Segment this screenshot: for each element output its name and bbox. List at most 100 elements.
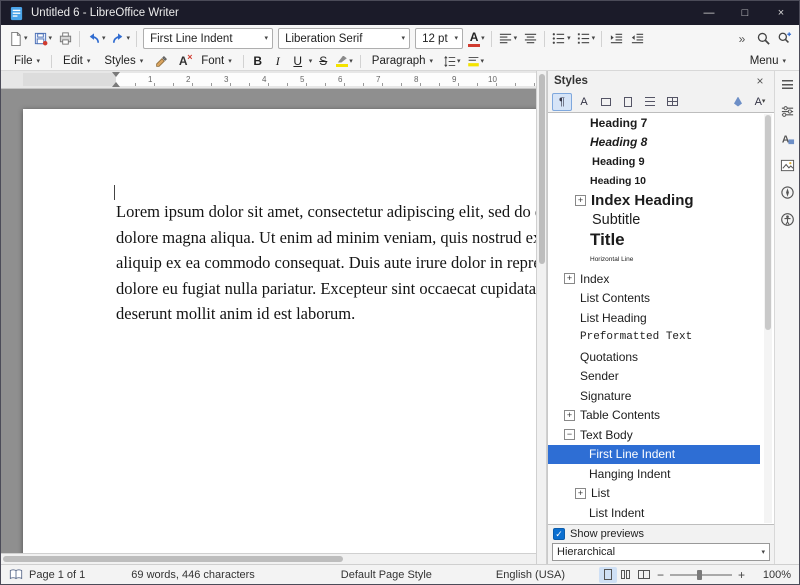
- page-style[interactable]: Default Page Style: [341, 569, 432, 581]
- zoom-out-button[interactable]: −: [653, 568, 668, 582]
- dropdown-arrow-icon[interactable]: ▾: [514, 35, 518, 42]
- zoom-level[interactable]: 100%: [757, 569, 791, 581]
- vertical-scrollbar-thumb[interactable]: [539, 74, 545, 264]
- style-item-preformatted-text[interactable]: Preformatted Text: [548, 328, 760, 348]
- vertical-scrollbar[interactable]: [536, 71, 547, 564]
- styles-list-scrollbar[interactable]: [764, 114, 772, 523]
- character-styles-tab[interactable]: A: [574, 93, 594, 111]
- style-item-subtitle[interactable]: Subtitle: [548, 211, 760, 231]
- line-spacing-button[interactable]: ▾: [441, 53, 463, 70]
- fill-format-mode-button[interactable]: [728, 93, 748, 111]
- table-styles-tab[interactable]: [662, 93, 682, 111]
- paragraph-styles-tab[interactable]: ¶: [552, 93, 572, 111]
- clear-formatting-button[interactable]: A×: [173, 53, 193, 70]
- document-page[interactable]: Lorem ipsum dolor sit amet, consectetur …: [23, 109, 536, 553]
- close-button[interactable]: ×: [763, 1, 799, 25]
- menu-button[interactable]: Menu ▾: [744, 53, 792, 70]
- dropdown-arrow-icon[interactable]: ▾: [102, 35, 106, 42]
- align-left-button[interactable]: ▾: [496, 28, 520, 50]
- dropdown-arrow-icon[interactable]: ▾: [127, 35, 131, 42]
- toolbar-overflow-button[interactable]: »: [732, 28, 752, 50]
- list-style-button[interactable]: ▾: [465, 53, 487, 70]
- zoom-in-button[interactable]: +: [734, 568, 749, 582]
- bullet-list-button[interactable]: ▾: [549, 28, 573, 50]
- page-count[interactable]: Page 1 of 1: [29, 569, 85, 581]
- left-indent-marker[interactable]: [112, 82, 120, 87]
- maximize-button[interactable]: □: [727, 1, 763, 25]
- new-document-button[interactable]: ▾: [6, 28, 30, 50]
- style-item-sender[interactable]: Sender: [548, 367, 760, 387]
- font-color-button[interactable]: A ▾: [466, 28, 487, 50]
- text-line[interactable]: Lorem ipsum dolor sit amet, consectetur …: [116, 199, 536, 225]
- expander-icon[interactable]: +: [564, 273, 575, 284]
- expander-icon[interactable]: +: [575, 488, 586, 499]
- styles-menu[interactable]: Styles ▾: [98, 53, 149, 70]
- gallery-deck-button[interactable]: [778, 156, 796, 174]
- style-item-hanging-indent[interactable]: Hanging Indent: [548, 464, 760, 484]
- horizontal-scrollbar-thumb[interactable]: [3, 556, 343, 562]
- accessibility-check-button[interactable]: [778, 210, 796, 228]
- dropdown-arrow-icon[interactable]: ▾: [762, 98, 766, 105]
- show-previews-checkbox[interactable]: ✓: [553, 528, 565, 540]
- file-menu[interactable]: File ▾: [8, 53, 46, 70]
- styles-deck-button[interactable]: A: [778, 129, 796, 147]
- styles-list-scrollbar-thumb[interactable]: [765, 115, 771, 330]
- dropdown-arrow-icon[interactable]: ▾: [481, 58, 485, 65]
- style-item-heading-9[interactable]: Heading 9: [548, 152, 760, 172]
- style-filter-dropdown[interactable]: Hierarchical ▾: [552, 543, 770, 561]
- text-line[interactable]: dolore eu fugiat nulla pariatur. Excepte…: [116, 276, 536, 302]
- style-item-list[interactable]: +List: [548, 484, 760, 504]
- text-line[interactable]: dolore magna aliqua. Ut enim ad minim ve…: [116, 225, 536, 251]
- text-line[interactable]: deserunt mollit anim id est laborum.: [116, 301, 536, 327]
- book-view-button[interactable]: [635, 567, 653, 583]
- bold-button[interactable]: B: [249, 53, 267, 70]
- style-item-first-line-indent[interactable]: First Line Indent: [548, 445, 760, 465]
- style-item-heading-10[interactable]: Heading 10: [548, 172, 760, 192]
- align-center-button[interactable]: [520, 28, 540, 50]
- style-item-title[interactable]: Title: [548, 230, 760, 250]
- style-item-marginalia[interactable]: Marginalia: [548, 523, 760, 526]
- undo-button[interactable]: ▾: [84, 28, 108, 50]
- document-canvas[interactable]: Lorem ipsum dolor sit amet, consectetur …: [1, 89, 536, 553]
- dropdown-arrow-icon[interactable]: ▾: [309, 58, 313, 65]
- font-size-combo[interactable]: 12 pt ▾: [415, 28, 463, 49]
- zoom-slider-thumb[interactable]: [697, 570, 702, 580]
- style-item-text-body[interactable]: −Text Body: [548, 425, 760, 445]
- print-button[interactable]: [55, 28, 75, 50]
- italic-button[interactable]: I: [269, 53, 287, 70]
- style-item-index-heading[interactable]: +Index Heading: [548, 191, 760, 211]
- page-styles-tab[interactable]: [618, 93, 638, 111]
- multi-page-view-button[interactable]: [617, 567, 635, 583]
- decrease-indent-button[interactable]: [627, 28, 647, 50]
- horizontal-ruler[interactable]: 1 2 3 4 5 6 7 8 9 10: [1, 71, 536, 89]
- numbered-list-button[interactable]: ▾: [574, 28, 598, 50]
- dropdown-arrow-icon[interactable]: ▾: [349, 58, 353, 65]
- paragraph-style-combo[interactable]: First Line Indent ▾: [143, 28, 273, 49]
- highlight-color-button[interactable]: ▾: [334, 53, 355, 70]
- first-line-indent-marker[interactable]: [112, 72, 120, 77]
- style-item-heading-7[interactable]: Heading 7: [548, 113, 760, 133]
- find-and-replace-button[interactable]: [774, 28, 794, 50]
- properties-deck-button[interactable]: [778, 102, 796, 120]
- text-line[interactable]: aliquip ex ea commodo consequat. Duis au…: [116, 250, 536, 276]
- single-page-view-button[interactable]: [599, 567, 617, 583]
- style-item-list-contents[interactable]: List Contents: [548, 289, 760, 309]
- expander-icon[interactable]: −: [564, 429, 575, 440]
- dropdown-arrow-icon[interactable]: ▾: [265, 35, 269, 42]
- find-button[interactable]: [753, 28, 773, 50]
- style-item-heading-8[interactable]: Heading 8: [548, 133, 760, 153]
- word-count[interactable]: 69 words, 446 characters: [131, 569, 255, 581]
- dropdown-arrow-icon[interactable]: ▾: [567, 35, 571, 42]
- close-panel-icon[interactable]: ×: [752, 73, 768, 89]
- paragraph-menu[interactable]: Paragraph ▾: [366, 53, 439, 70]
- new-style-from-selection-button[interactable]: A▾: [750, 93, 770, 111]
- dropdown-arrow-icon[interactable]: ▾: [481, 35, 485, 42]
- dropdown-arrow-icon[interactable]: ▾: [49, 35, 53, 42]
- expander-icon[interactable]: +: [575, 195, 586, 206]
- style-item-list-heading[interactable]: List Heading: [548, 308, 760, 328]
- underline-button[interactable]: U: [289, 53, 307, 70]
- dropdown-arrow-icon[interactable]: ▾: [455, 35, 459, 42]
- redo-button[interactable]: ▾: [109, 28, 133, 50]
- expander-icon[interactable]: +: [564, 410, 575, 421]
- text-language[interactable]: English (USA): [496, 569, 565, 581]
